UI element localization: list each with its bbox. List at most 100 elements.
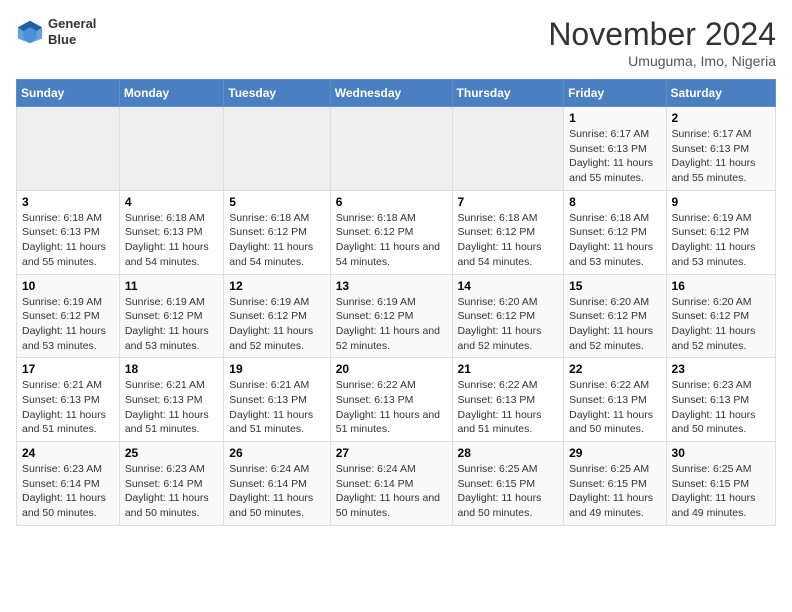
calendar-cell: 2 Sunrise: 6:17 AM Sunset: 6:13 PM Daylig… (666, 107, 775, 191)
day-info: Sunrise: 6:23 AM Sunset: 6:14 PM Dayligh… (125, 462, 218, 521)
weekday-header-tuesday: Tuesday (224, 80, 330, 107)
calendar-cell: 24 Sunrise: 6:23 AM Sunset: 6:14 PM Dayli… (17, 442, 120, 526)
calendar-cell: 20 Sunrise: 6:22 AM Sunset: 6:13 PM Dayli… (330, 358, 452, 442)
day-info: Sunrise: 6:25 AM Sunset: 6:15 PM Dayligh… (672, 462, 770, 521)
main-title: November 2024 (548, 16, 776, 53)
day-info: Sunrise: 6:25 AM Sunset: 6:15 PM Dayligh… (458, 462, 559, 521)
calendar-cell: 15Sunrise: 6:20 AM Sunset: 6:12 PM Dayli… (564, 274, 666, 358)
calendar-cell: 14 Sunrise: 6:20 AM Sunset: 6:12 PM Dayli… (452, 274, 564, 358)
calendar-cell (224, 107, 330, 191)
calendar-week-2: 3Sunrise: 6:18 AM Sunset: 6:13 PM Daylig… (17, 190, 776, 274)
calendar-table: SundayMondayTuesdayWednesdayThursdayFrid… (16, 79, 776, 526)
day-info: Sunrise: 6:20 AM Sunset: 6:12 PM Dayligh… (569, 295, 660, 354)
logo-line1: General (48, 16, 96, 32)
day-number: 16 (672, 279, 770, 293)
calendar-cell (452, 107, 564, 191)
calendar-cell: 4 Sunrise: 6:18 AM Sunset: 6:13 PM Daylig… (119, 190, 223, 274)
calendar-cell: 26 Sunrise: 6:24 AM Sunset: 6:14 PM Dayli… (224, 442, 330, 526)
weekday-header-friday: Friday (564, 80, 666, 107)
calendar-cell: 3Sunrise: 6:18 AM Sunset: 6:13 PM Daylig… (17, 190, 120, 274)
weekday-header-thursday: Thursday (452, 80, 564, 107)
day-info: Sunrise: 6:19 AM Sunset: 6:12 PM Dayligh… (125, 295, 218, 354)
day-number: 17 (22, 362, 114, 376)
calendar-cell: 6Sunrise: 6:18 AM Sunset: 6:12 PM Daylig… (330, 190, 452, 274)
day-info: Sunrise: 6:21 AM Sunset: 6:13 PM Dayligh… (125, 378, 218, 437)
day-info: Sunrise: 6:19 AM Sunset: 6:12 PM Dayligh… (672, 211, 770, 270)
calendar-cell: 13Sunrise: 6:19 AM Sunset: 6:12 PM Dayli… (330, 274, 452, 358)
day-info: Sunrise: 6:19 AM Sunset: 6:12 PM Dayligh… (22, 295, 114, 354)
day-info: Sunrise: 6:24 AM Sunset: 6:14 PM Dayligh… (229, 462, 324, 521)
day-info: Sunrise: 6:18 AM Sunset: 6:13 PM Dayligh… (22, 211, 114, 270)
day-number: 21 (458, 362, 559, 376)
calendar-cell: 17 Sunrise: 6:21 AM Sunset: 6:13 PM Dayli… (17, 358, 120, 442)
day-number: 29 (569, 446, 660, 460)
day-info: Sunrise: 6:21 AM Sunset: 6:13 PM Dayligh… (229, 378, 324, 437)
calendar-cell: 12 Sunrise: 6:19 AM Sunset: 6:12 PM Dayli… (224, 274, 330, 358)
calendar-cell: 10 Sunrise: 6:19 AM Sunset: 6:12 PM Dayli… (17, 274, 120, 358)
day-number: 24 (22, 446, 114, 460)
day-number: 5 (229, 195, 324, 209)
day-info: Sunrise: 6:23 AM Sunset: 6:14 PM Dayligh… (22, 462, 114, 521)
day-info: Sunrise: 6:18 AM Sunset: 6:12 PM Dayligh… (229, 211, 324, 270)
calendar-week-5: 24 Sunrise: 6:23 AM Sunset: 6:14 PM Dayli… (17, 442, 776, 526)
day-number: 20 (336, 362, 447, 376)
calendar-cell: 7 Sunrise: 6:18 AM Sunset: 6:12 PM Daylig… (452, 190, 564, 274)
day-number: 25 (125, 446, 218, 460)
day-info: Sunrise: 6:18 AM Sunset: 6:13 PM Dayligh… (125, 211, 218, 270)
day-number: 23 (672, 362, 770, 376)
day-number: 18 (125, 362, 218, 376)
calendar-cell: 22 Sunrise: 6:22 AM Sunset: 6:13 PM Dayli… (564, 358, 666, 442)
day-info: Sunrise: 6:22 AM Sunset: 6:13 PM Dayligh… (336, 378, 447, 437)
calendar-cell: 28 Sunrise: 6:25 AM Sunset: 6:15 PM Dayli… (452, 442, 564, 526)
logo: General Blue (16, 16, 96, 47)
day-info: Sunrise: 6:19 AM Sunset: 6:12 PM Dayligh… (229, 295, 324, 354)
weekday-header-wednesday: Wednesday (330, 80, 452, 107)
calendar-week-1: 1 Sunrise: 6:17 AM Sunset: 6:13 PM Daylig… (17, 107, 776, 191)
day-info: Sunrise: 6:17 AM Sunset: 6:13 PM Dayligh… (672, 127, 770, 186)
day-info: Sunrise: 6:23 AM Sunset: 6:13 PM Dayligh… (672, 378, 770, 437)
day-info: Sunrise: 6:21 AM Sunset: 6:13 PM Dayligh… (22, 378, 114, 437)
day-number: 6 (336, 195, 447, 209)
calendar-cell: 11 Sunrise: 6:19 AM Sunset: 6:12 PM Dayli… (119, 274, 223, 358)
calendar-week-3: 10 Sunrise: 6:19 AM Sunset: 6:12 PM Dayli… (17, 274, 776, 358)
calendar-week-4: 17 Sunrise: 6:21 AM Sunset: 6:13 PM Dayli… (17, 358, 776, 442)
day-info: Sunrise: 6:20 AM Sunset: 6:12 PM Dayligh… (458, 295, 559, 354)
day-number: 19 (229, 362, 324, 376)
logo-line2: Blue (48, 32, 96, 48)
subtitle: Umuguma, Imo, Nigeria (548, 53, 776, 69)
calendar-cell: 30Sunrise: 6:25 AM Sunset: 6:15 PM Dayli… (666, 442, 775, 526)
calendar-cell (17, 107, 120, 191)
day-number: 13 (336, 279, 447, 293)
calendar-cell: 27Sunrise: 6:24 AM Sunset: 6:14 PM Dayli… (330, 442, 452, 526)
day-number: 12 (229, 279, 324, 293)
day-info: Sunrise: 6:24 AM Sunset: 6:14 PM Dayligh… (336, 462, 447, 521)
calendar-cell: 19 Sunrise: 6:21 AM Sunset: 6:13 PM Dayli… (224, 358, 330, 442)
day-number: 10 (22, 279, 114, 293)
day-number: 22 (569, 362, 660, 376)
header: General Blue November 2024 Umuguma, Imo,… (16, 16, 776, 69)
day-number: 14 (458, 279, 559, 293)
calendar-cell: 23 Sunrise: 6:23 AM Sunset: 6:13 PM Dayli… (666, 358, 775, 442)
day-number: 28 (458, 446, 559, 460)
weekday-header-row: SundayMondayTuesdayWednesdayThursdayFrid… (17, 80, 776, 107)
title-section: November 2024 Umuguma, Imo, Nigeria (548, 16, 776, 69)
day-number: 4 (125, 195, 218, 209)
day-info: Sunrise: 6:18 AM Sunset: 6:12 PM Dayligh… (458, 211, 559, 270)
day-info: Sunrise: 6:18 AM Sunset: 6:12 PM Dayligh… (569, 211, 660, 270)
day-info: Sunrise: 6:20 AM Sunset: 6:12 PM Dayligh… (672, 295, 770, 354)
day-info: Sunrise: 6:22 AM Sunset: 6:13 PM Dayligh… (569, 378, 660, 437)
weekday-header-saturday: Saturday (666, 80, 775, 107)
calendar-cell: 29 Sunrise: 6:25 AM Sunset: 6:15 PM Dayli… (564, 442, 666, 526)
weekday-header-sunday: Sunday (17, 80, 120, 107)
day-number: 7 (458, 195, 559, 209)
day-number: 1 (569, 111, 660, 125)
day-info: Sunrise: 6:17 AM Sunset: 6:13 PM Dayligh… (569, 127, 660, 186)
calendar-cell: 21Sunrise: 6:22 AM Sunset: 6:13 PM Dayli… (452, 358, 564, 442)
calendar-cell: 8Sunrise: 6:18 AM Sunset: 6:12 PM Daylig… (564, 190, 666, 274)
day-number: 26 (229, 446, 324, 460)
weekday-header-monday: Monday (119, 80, 223, 107)
day-number: 2 (672, 111, 770, 125)
day-number: 11 (125, 279, 218, 293)
calendar-cell: 1 Sunrise: 6:17 AM Sunset: 6:13 PM Daylig… (564, 107, 666, 191)
day-info: Sunrise: 6:25 AM Sunset: 6:15 PM Dayligh… (569, 462, 660, 521)
